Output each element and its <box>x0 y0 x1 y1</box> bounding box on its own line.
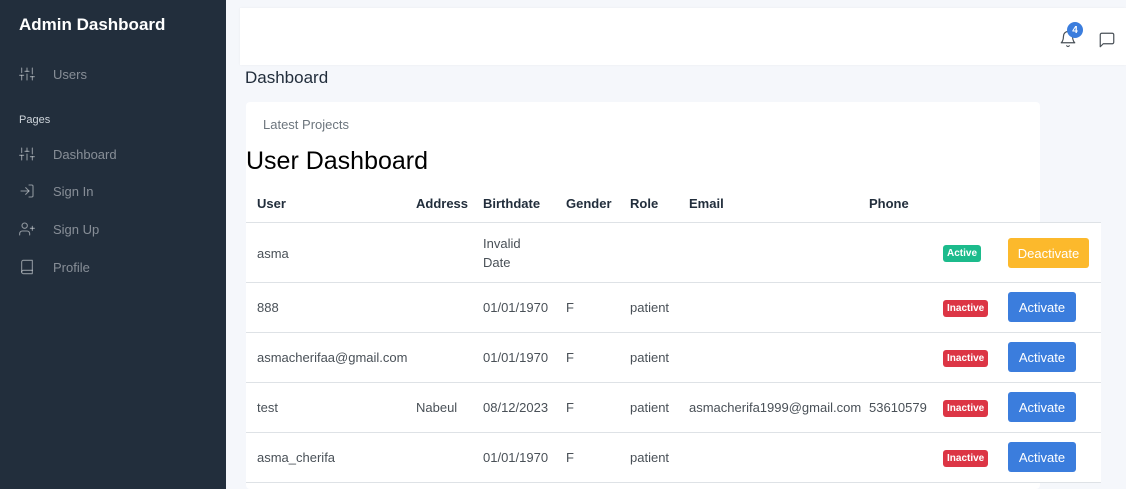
sidebar-item-sign-in[interactable]: Sign In <box>19 181 93 201</box>
sidebar-item-users[interactable]: Users <box>19 64 87 84</box>
log-in-icon <box>19 183 35 199</box>
sidebar-item-sign-up[interactable]: Sign Up <box>19 219 99 239</box>
brand-title[interactable]: Admin Dashboard <box>19 15 165 35</box>
column-header-user: User <box>257 196 286 211</box>
activate-button[interactable]: Activate <box>1008 392 1076 422</box>
sidebar-item-label: Dashboard <box>53 146 117 162</box>
status-badge: Inactive <box>943 300 989 317</box>
sliders-icon <box>19 66 35 82</box>
cell-birthdate: 08/12/2023 <box>483 400 549 415</box>
cell-gender: F <box>566 300 574 315</box>
cell-user: test <box>257 400 278 415</box>
cell-birthdate: 01/01/1970 <box>483 350 549 365</box>
table-row-divider <box>246 332 1101 333</box>
cell-user: asma_cherifa <box>257 450 336 465</box>
column-header-gender: Gender <box>566 196 612 211</box>
notification-count-badge: 4 <box>1067 22 1083 38</box>
cell-birthdate: 01/01/1970 <box>483 450 549 465</box>
deactivate-button[interactable]: Deactivate <box>1008 238 1089 268</box>
cell-role: patient <box>630 350 670 365</box>
cell-user: asma <box>257 246 289 261</box>
cell-role: patient <box>630 400 670 415</box>
column-header-phone: Phone <box>869 196 909 211</box>
sidebar-item-label: Sign Up <box>53 221 100 237</box>
status-badge: Inactive <box>943 400 989 417</box>
sidebar-item-label: Users <box>53 66 87 82</box>
column-header-role: Role <box>630 196 659 211</box>
cell-phone: 53610579 <box>869 400 927 415</box>
sidebar-item-label: Profile <box>53 259 90 275</box>
book-icon <box>19 259 35 275</box>
sidebar-item-label: Sign In <box>53 183 94 199</box>
activate-button[interactable]: Activate <box>1008 292 1076 322</box>
cell-email: asmacherifa1999@gmail.com <box>689 400 862 415</box>
cell-role: patient <box>630 300 670 315</box>
cell-birthdate: 01/01/1970 <box>483 300 549 315</box>
status-badge: Inactive <box>943 450 989 467</box>
column-header-birthdate: Birthdate <box>483 196 541 211</box>
sliders-icon <box>19 146 35 162</box>
card-subtitle: Latest Projects <box>263 117 349 132</box>
cell-user: asmacherifaa@gmail.com <box>257 350 408 365</box>
table-row-divider <box>246 432 1101 433</box>
table-row-divider <box>246 282 1101 283</box>
topbar <box>240 8 1126 65</box>
message-square-icon[interactable] <box>1098 31 1116 49</box>
activate-button[interactable]: Activate <box>1008 442 1076 472</box>
column-header-address: Address <box>416 196 469 211</box>
table-row-divider <box>246 482 1101 483</box>
page-title: Dashboard <box>245 68 329 87</box>
user-plus-icon <box>19 221 35 237</box>
sidebar: Admin Dashboard Users Pages Dashboard Si… <box>0 0 226 489</box>
card-heading: User Dashboard <box>246 147 429 175</box>
table-row-divider <box>246 382 1101 383</box>
cell-birthdate: Invalid Date <box>483 236 521 270</box>
sidebar-item-profile[interactable]: Profile <box>19 257 90 277</box>
cell-role: patient <box>630 450 670 465</box>
status-badge: Inactive <box>943 350 989 367</box>
cell-user: 888 <box>257 300 279 315</box>
sidebar-section-header: Pages <box>19 114 51 126</box>
activate-button[interactable]: Activate <box>1008 342 1076 372</box>
cell-gender: F <box>566 350 574 365</box>
cell-gender: F <box>566 450 574 465</box>
cell-gender: F <box>566 400 574 415</box>
column-header-email: Email <box>689 196 724 211</box>
table-row-divider <box>246 222 1101 223</box>
sidebar-item-dashboard[interactable]: Dashboard <box>19 144 117 164</box>
status-badge: Active <box>943 245 982 262</box>
cell-address: Nabeul <box>416 400 458 415</box>
